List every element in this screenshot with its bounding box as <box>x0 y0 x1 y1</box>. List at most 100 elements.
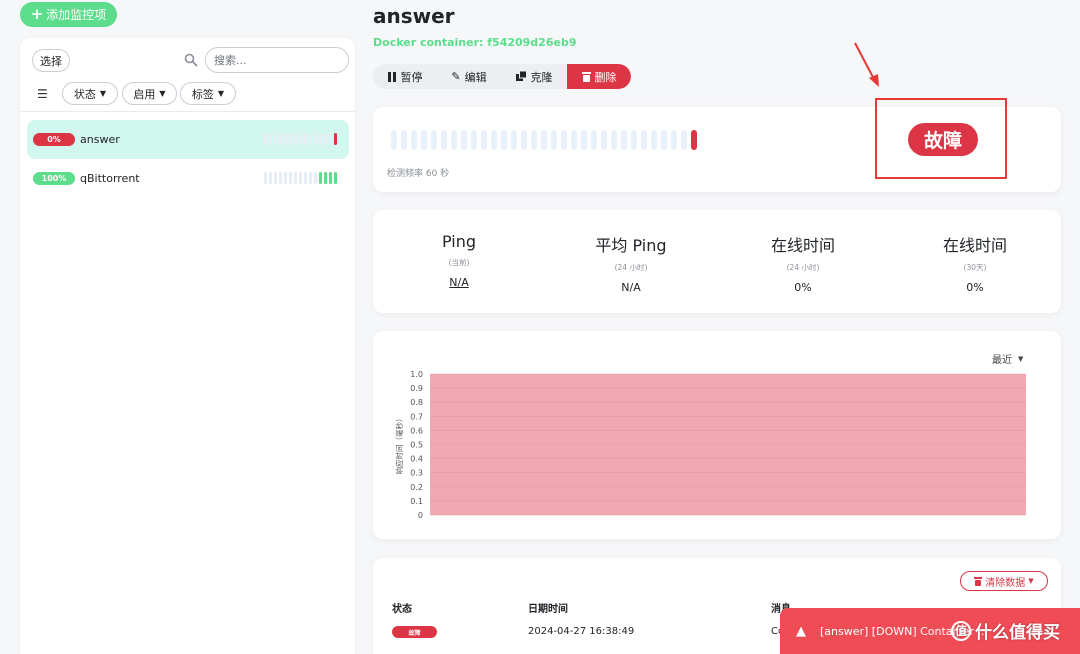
stat-label: 在线时间 <box>942 236 1007 255</box>
search-input[interactable] <box>205 47 349 73</box>
y-tick-label: 0.9 <box>410 384 423 393</box>
heartbeat-tick[interactable] <box>421 130 427 150</box>
stat-uptime-24h: 在线时间 (24 小时) 0% <box>717 232 889 294</box>
stat-sub: (24 小时) <box>786 263 820 272</box>
stat-sub: (30天) <box>963 263 987 272</box>
heartbeat-tick[interactable] <box>611 130 617 150</box>
monitor-item-answer[interactable]: 0% answer <box>27 120 349 159</box>
heartbeat-tick[interactable] <box>411 130 417 150</box>
heartbeat-tick[interactable] <box>641 130 647 150</box>
heartbeat-tick <box>324 133 327 145</box>
heartbeat-tick <box>304 172 307 184</box>
edit-label: 编辑 <box>464 70 487 84</box>
watermark-text: 什么值得买 <box>975 623 1060 643</box>
heartbeat-tick[interactable] <box>471 130 477 150</box>
y-tick-label: 0.8 <box>410 398 423 407</box>
pause-button[interactable]: 暂停 <box>373 64 437 89</box>
heartbeat-tick[interactable] <box>661 130 667 150</box>
select-label: 选择 <box>40 54 62 68</box>
event-status-badge: 故障 <box>392 626 437 638</box>
heartbeat-tick[interactable] <box>671 130 677 150</box>
clear-data-label: 清除数据 <box>985 577 1026 589</box>
stats-card: Ping (当前) N/A 平均 Ping (24 小时) N/A 在线时间 (… <box>373 210 1061 313</box>
edit-button[interactable]: ✎ 编辑 <box>437 64 501 89</box>
heartbeat-tick <box>279 133 282 145</box>
heartbeat-tick[interactable] <box>651 130 657 150</box>
clear-data-button[interactable]: 清除数据 ▼ <box>960 571 1048 591</box>
chevron-down-icon: ▼ <box>217 89 225 98</box>
heartbeat-tick[interactable] <box>431 130 437 150</box>
stat-uptime-30d: 在线时间 (30天) 0% <box>889 232 1061 294</box>
heartbeat-tick[interactable] <box>531 130 537 150</box>
watermark-logo: 值 <box>951 620 971 641</box>
filter-tags-dropdown[interactable]: 标签 ▼ <box>180 82 236 105</box>
heartbeat-tick[interactable] <box>621 130 627 150</box>
y-axis-label: 响应时间（毫秒） <box>394 415 404 475</box>
heartbeat-tick[interactable] <box>501 130 507 150</box>
y-tick-label: 1.0 <box>410 370 423 379</box>
add-monitor-label: 添加监控项 <box>46 8 107 22</box>
annotation-arrow-icon <box>854 42 879 87</box>
filter-tags-label: 标签 <box>191 87 214 101</box>
delete-label: 删除 <box>594 70 617 84</box>
heartbeat-tick <box>264 172 267 184</box>
heartbeat-tick[interactable] <box>551 130 557 150</box>
heartbeat-tick[interactable] <box>581 130 587 150</box>
clone-icon <box>515 71 527 81</box>
heartbeat-tick <box>294 133 297 145</box>
col-header-datetime: 日期时间 <box>528 604 568 615</box>
heartbeat-tick[interactable] <box>461 130 467 150</box>
filter-status-dropdown[interactable]: 状态 ▼ <box>62 82 118 105</box>
stat-ping: Ping (当前) N/A <box>373 232 545 289</box>
heartbeat-tick[interactable] <box>541 130 547 150</box>
stat-avg-ping: 平均 Ping (24 小时) N/A <box>545 232 717 294</box>
add-monitor-button[interactable]: + 添加监控项 <box>20 2 117 27</box>
stat-label: 平均 Ping <box>595 236 667 255</box>
heartbeat-tick[interactable] <box>691 130 697 150</box>
clone-button[interactable]: 克隆 <box>501 64 567 89</box>
monitor-name: answer <box>80 133 120 146</box>
stat-value: N/A <box>621 281 641 294</box>
heartbeat-tick <box>269 133 272 145</box>
heartbeat-tick[interactable] <box>561 130 567 150</box>
select-button[interactable]: 选择 <box>32 49 70 72</box>
heartbeat-tick <box>329 172 332 184</box>
heartbeat-tick[interactable] <box>491 130 497 150</box>
delete-button[interactable]: 删除 <box>567 64 631 89</box>
heartbeat-tick <box>334 133 337 145</box>
heartbeat-tick <box>329 133 332 145</box>
y-tick-label: 0.3 <box>410 469 423 478</box>
trash-icon <box>581 72 591 82</box>
stat-value-link[interactable]: N/A <box>373 276 545 289</box>
heartbeat-tick[interactable] <box>631 130 637 150</box>
monitor-action-toolbar: 暂停 ✎ 编辑 克隆 删除 <box>373 64 631 89</box>
heartbeat-tick[interactable] <box>571 130 577 150</box>
heartbeat-tick <box>274 172 277 184</box>
heartbeat-tick[interactable] <box>441 130 447 150</box>
heartbeat-tick[interactable] <box>591 130 597 150</box>
chevron-down-icon: ▼ <box>99 89 107 98</box>
heartbeat-tick[interactable] <box>521 130 527 150</box>
heartbeat-tick[interactable] <box>681 130 687 150</box>
heartbeat-tick[interactable] <box>451 130 457 150</box>
stat-value: 0% <box>794 281 812 294</box>
search-box <box>184 47 349 73</box>
heartbeat-bar <box>391 130 697 150</box>
heartbeat-tick[interactable] <box>391 130 397 150</box>
highlight-box <box>875 98 1007 179</box>
monitor-item-qbittorrent[interactable]: 100% qBittorrent <box>27 159 349 198</box>
heartbeat-tick <box>299 133 302 145</box>
filter-active-dropdown[interactable]: 启用 ▼ <box>122 82 177 105</box>
heartbeat-tick <box>309 172 312 184</box>
heartbeat-tick[interactable] <box>401 130 407 150</box>
heartbeat-tick[interactable] <box>511 130 517 150</box>
heartbeat-tick <box>314 172 317 184</box>
response-time-chart-card: 最近 ▼ 0 0.1 0.2 0.3 0.4 0.5 0.6 0.7 0.8 0.9 1.0 响应时间… <box>373 331 1061 539</box>
stat-sub: (当前) <box>448 258 470 267</box>
monitor-list-panel: 选择 ☰ 状态 ▼ 启用 ▼ 标签 ▼ 0% answer 100% qBitt… <box>20 38 355 654</box>
heartbeat-tick[interactable] <box>601 130 607 150</box>
filter-list-icon[interactable]: ☰ <box>37 87 48 101</box>
chevron-down-icon: ▼ <box>1028 577 1034 585</box>
heartbeat-tick[interactable] <box>481 130 487 150</box>
heartbeat-tick <box>314 133 317 145</box>
